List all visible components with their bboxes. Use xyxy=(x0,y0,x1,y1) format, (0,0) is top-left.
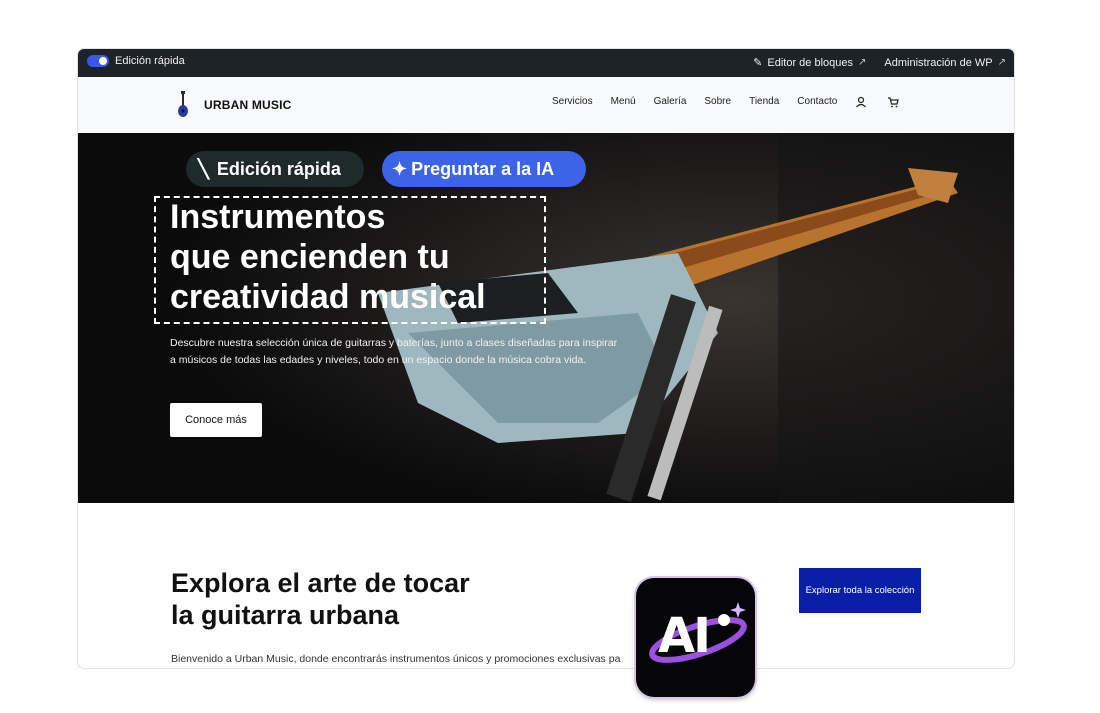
site-header: URBAN MUSIC Servicios Menú Galería Sobre… xyxy=(78,77,1014,133)
ask-ai-pill-label: Preguntar a la IA xyxy=(411,158,555,179)
section-title-line-1: Explora el arte de tocar xyxy=(171,568,470,598)
nav-item-tienda[interactable]: Tienda xyxy=(749,96,779,111)
hero-title-line-2: que encienden tu xyxy=(170,238,450,276)
main-nav: Servicios Menú Galería Sobre Tienda Cont… xyxy=(552,96,919,111)
browser-frame: Edición rápida ✎ Editor de bloques ↗ Adm… xyxy=(78,49,1014,668)
external-link-icon: ↗ xyxy=(997,57,1006,68)
quick-edit-label: Edición rápida xyxy=(115,55,185,67)
nav-item-sobre[interactable]: Sobre xyxy=(704,96,731,111)
wp-admin-label: Administración de WP xyxy=(884,56,993,69)
site-logo[interactable]: URBAN MUSIC xyxy=(176,91,292,119)
wp-admin-link[interactable]: Administración de WP ↗ xyxy=(884,57,1006,69)
ai-badge-text: AI xyxy=(658,608,711,664)
hero-title-line-1: Instrumentos xyxy=(170,198,386,236)
ask-ai-pill[interactable]: ✦ Preguntar a la IA xyxy=(382,151,586,187)
learn-more-button[interactable]: Conoce más xyxy=(170,403,262,437)
block-editor-label: Editor de bloques xyxy=(767,56,853,69)
wp-admin-bar: Edición rápida ✎ Editor de bloques ↗ Adm… xyxy=(78,49,1014,77)
external-link-icon: ↗ xyxy=(858,57,867,68)
section-title: Explora el arte de tocar la guitarra urb… xyxy=(171,567,551,631)
quick-edit-pill[interactable]: ╲ Edición rápida xyxy=(186,151,364,187)
toggle-switch[interactable] xyxy=(87,55,109,67)
section-title-line-2: la guitarra urbana xyxy=(171,600,400,630)
pencil-icon: ✎ xyxy=(753,57,763,69)
guitar-icon xyxy=(178,91,188,117)
nav-item-galeria[interactable]: Galería xyxy=(654,96,687,111)
user-icon[interactable] xyxy=(855,96,867,111)
hero-title-line-3: creatividad musical xyxy=(170,278,486,316)
hero-section: ╲ Edición rápida ✦ Preguntar a la IA Ins… xyxy=(78,133,1014,503)
explore-collection-button[interactable]: Explorar toda la colección xyxy=(799,568,921,613)
sparkle-icon: ✦ xyxy=(392,158,408,179)
quick-edit-pill-label: Edición rápida xyxy=(216,158,341,179)
hero-description: Descubre nuestra selección única de guit… xyxy=(170,337,618,366)
cart-icon[interactable] xyxy=(887,96,900,111)
block-editor-link[interactable]: ✎ Editor de bloques ↗ xyxy=(753,56,867,70)
nav-item-contacto[interactable]: Contacto xyxy=(797,96,837,111)
quick-edit-toggle[interactable]: Edición rápida xyxy=(87,55,185,67)
section-intro: Bienvenido a Urban Music, donde encontra… xyxy=(171,653,621,665)
wand-icon: ╲ xyxy=(198,158,209,179)
nav-item-menu[interactable]: Menú xyxy=(611,96,636,111)
nav-item-servicios[interactable]: Servicios xyxy=(552,96,593,111)
ai-logo-badge: AI xyxy=(636,578,755,697)
hero-title[interactable]: Instrumentos que encienden tu creativida… xyxy=(170,197,550,317)
site-name: URBAN MUSIC xyxy=(204,98,292,112)
